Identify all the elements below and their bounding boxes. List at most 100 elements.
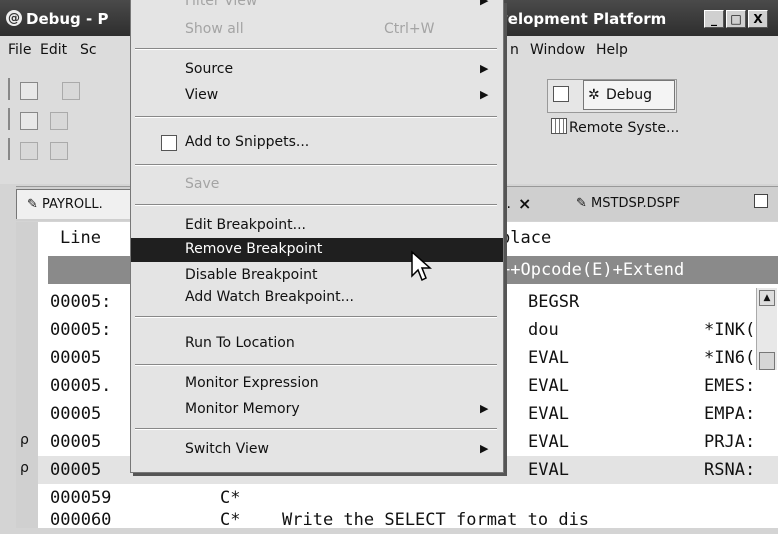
forward-icon[interactable] [50,142,68,160]
menu-source[interactable]: Sc [80,42,97,58]
menu-item-label: Filter View [185,0,258,9]
line-number: 000059 [50,488,112,508]
menu-item-label: Monitor Expression [185,375,319,391]
line-number: 000060 [50,510,112,530]
close-icon[interactable]: × [518,194,531,213]
tab-payroll[interactable]: ✎ PAYROLL. [16,189,146,219]
menu-item-source[interactable]: Source ▶ [131,58,503,82]
snippet-icon [161,135,177,151]
breakpoint-icon[interactable]: ρ [20,460,29,476]
menu-item-save[interactable]: Save [131,173,503,197]
menu-item-disable-breakpoint[interactable]: Disable Breakpoint [131,264,503,288]
maximize-button[interactable]: □ [726,10,746,28]
menu-item-add-to-snippets[interactable]: Add to Snippets... [131,131,503,155]
pencil-icon: ✎ [27,197,38,212]
menu-separator [135,204,497,206]
comment-text: Write the SELECT format to dis [282,510,590,530]
menu-separator [135,164,497,166]
close-button[interactable]: X [748,10,768,28]
submenu-arrow-icon: ▶ [480,0,489,7]
tab-mstdsp-label: MSTDSP.DSPF [591,196,681,211]
opcode: BEGSR [528,292,580,312]
minimize-button[interactable]: _ [704,10,724,28]
menu-file[interactable]: File [8,42,31,58]
opcode: dou [528,320,559,340]
menu-run[interactable]: n [510,42,519,58]
line-number: 00005: [50,320,112,340]
menu-item-switch-view[interactable]: Switch View ▶ [131,438,503,462]
back-icon[interactable] [20,142,38,160]
menu-separator [135,428,497,430]
factor: *INK( [704,320,756,340]
bug-icon: ✲ [588,87,600,103]
menu-edit[interactable]: Edit [40,42,67,58]
line-number: 00005 [50,460,102,480]
opcode: EVAL [528,432,569,452]
factor: EMES: [704,376,756,396]
menu-item-edit-breakpoint[interactable]: Edit Breakpoint... [131,214,503,238]
spec-type: C* [220,510,241,530]
line-number: 00005. [50,376,112,396]
debug-perspective-tab[interactable]: ✲ Debug [583,80,675,110]
remote-systems-perspective[interactable]: Remote Syste... [551,118,679,136]
maximize-icon[interactable] [754,194,768,208]
submenu-arrow-icon: ▶ [480,62,489,75]
menu-item-label: Monitor Memory [185,401,300,417]
menu-item-label: Add to Snippets... [185,134,310,150]
edit-icon[interactable] [50,112,68,130]
opcode: EVAL [528,404,569,424]
opcode: EVAL [528,348,569,368]
menu-item-label: View [185,87,219,103]
line-number: 00005: [50,292,112,312]
editor-left-ruler [16,222,38,528]
menu-item-label: Remove Breakpoint [185,241,323,257]
code-line[interactable]: 000060 C* Write the SELECT format to dis [38,506,778,534]
breakpoint-icon[interactable]: ρ [20,432,29,448]
scroll-up-icon[interactable]: ▲ [759,290,775,306]
menu-item-label: Save [185,176,220,192]
factor: PRJA: [704,432,756,452]
menu-item-label: Disable Breakpoint [185,267,318,283]
mouse-pointer-icon [411,250,432,282]
context-menu: Filter View ▶ Show all Ctrl+W Source ▶ V… [130,0,504,473]
scroll-thumb[interactable] [759,352,775,370]
opcode: EVAL [528,376,569,396]
menu-item-view[interactable]: View ▶ [131,84,503,108]
pencil-icon: ✎ [576,196,587,211]
line-number: 00005 [50,348,102,368]
menu-item-monitor-expression[interactable]: Monitor Expression [131,372,503,396]
tab-mstdsp[interactable]: ✎ MSTDSP.DSPF [576,196,680,211]
menu-separator [135,364,497,366]
submenu-arrow-icon: ▶ [480,88,489,101]
menu-item-label: Source [185,61,234,77]
open-folder-icon[interactable] [20,112,38,130]
line-column-header: Line [60,228,101,248]
tab-payroll-label: PAYROLL. [42,197,103,212]
save-icon[interactable] [62,82,80,100]
menu-item-label: Edit Breakpoint... [185,217,306,233]
menu-window[interactable]: Window [530,42,585,58]
toolbar-grip [8,108,10,130]
debug-app-icon: @ [6,10,22,26]
menu-item-add-watch-breakpoint[interactable]: Add Watch Breakpoint... [131,286,503,310]
menu-separator [135,316,497,318]
toolbar-grip [8,78,10,100]
menu-help[interactable]: Help [596,42,628,58]
factor: RSNA: [704,460,756,480]
menu-item-label: Switch View [185,441,269,457]
remote-systems-label: Remote Syste... [569,120,680,136]
menu-item-label: Show all [185,21,244,37]
menu-item-run-to-location[interactable]: Run To Location [131,332,503,356]
menu-item-remove-breakpoint[interactable]: Remove Breakpoint [131,238,503,262]
header-right-text: place [500,228,552,248]
debug-perspective-label: Debug [606,87,653,103]
column-ruler-text: ++Opcode(E)+Extend [500,260,685,280]
menu-separator [135,116,497,118]
new-icon[interactable] [20,82,38,100]
vertical-scrollbar[interactable]: ▲ [756,288,777,370]
submenu-arrow-icon: ▶ [480,442,489,455]
open-perspective-icon[interactable] [553,86,569,102]
menu-item-show-all[interactable]: Show all Ctrl+W [131,18,503,42]
menu-item-filter-view[interactable]: Filter View ▶ [131,0,503,14]
menu-item-monitor-memory[interactable]: Monitor Memory ▶ [131,398,503,422]
